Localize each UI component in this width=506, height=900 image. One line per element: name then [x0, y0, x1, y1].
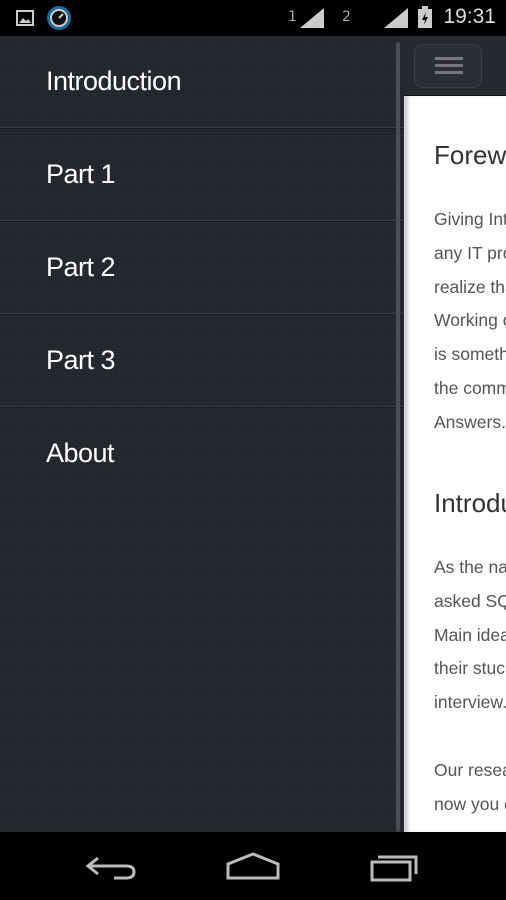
back-icon[interactable]	[86, 854, 138, 880]
clock-app-icon	[47, 6, 71, 30]
home-icon[interactable]	[226, 852, 280, 880]
drawer-item-introduction[interactable]: Introduction	[0, 36, 404, 128]
status-bar: 1 2 19:31	[0, 0, 506, 36]
article: Forewor Giving Inteany IT prorealize tha…	[404, 96, 506, 832]
drawer-item-about[interactable]: About	[0, 407, 404, 500]
signal-icon	[384, 8, 408, 28]
section-heading: Introdu	[434, 488, 506, 518]
clock: 19:31	[443, 5, 496, 28]
drawer-item-part-3[interactable]: Part 3	[0, 314, 404, 407]
drawer-scrollbar[interactable]	[396, 42, 400, 832]
hamburger-icon	[435, 57, 463, 60]
recent-apps-icon[interactable]	[370, 852, 420, 882]
system-navigation-bar	[0, 832, 506, 900]
section-paragraph: Our resea now you c	[434, 760, 506, 814]
hamburger-icon	[435, 71, 463, 74]
sim2-label: 2	[342, 9, 351, 25]
signal-icon	[300, 8, 324, 28]
image-icon	[16, 10, 34, 26]
drawer-item-label: About	[46, 438, 115, 468]
drawer-item-label: Part 3	[46, 344, 116, 375]
drawer-item-label: Introduction	[46, 66, 182, 96]
drawer-item-label: Part 2	[46, 251, 116, 282]
drawer-item-label: Part 1	[46, 158, 116, 189]
main-content: Forewor Giving Inteany IT prorealize tha…	[404, 36, 506, 832]
drawer-item-part-2[interactable]: Part 2	[0, 221, 404, 314]
navigation-drawer: Introduction Part 1 Part 2 Part 3 About	[0, 36, 404, 832]
top-bar	[404, 36, 506, 96]
section-paragraph: As the narasked SQLMain ideatheir stucin…	[434, 557, 506, 713]
drawer-item-part-1[interactable]: Part 1	[0, 128, 404, 221]
battery-charging-icon	[418, 6, 432, 28]
section-heading: Forewor	[434, 140, 506, 170]
hamburger-icon	[435, 64, 463, 67]
menu-button[interactable]	[414, 44, 482, 88]
sim1-label: 1	[288, 9, 297, 25]
section-paragraph: Giving Inteany IT prorealize thaWorking …	[434, 209, 506, 432]
